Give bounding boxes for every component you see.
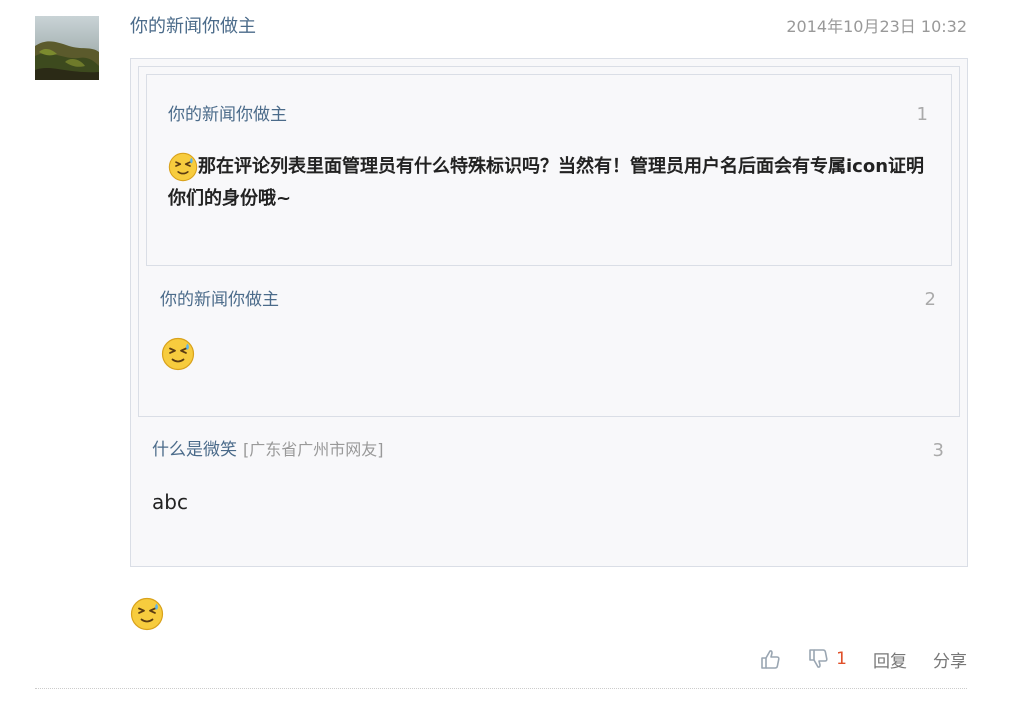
quote-3-username[interactable]: 什么是微笑 xyxy=(152,440,237,460)
quote-2-floor-number: 2 xyxy=(924,289,936,310)
quote-3-floor-number: 3 xyxy=(932,440,944,461)
quote-3-user[interactable]: 什么是微笑 [广东省广州市网友] xyxy=(152,438,384,462)
quote-1-username[interactable]: 你的新闻你做主 xyxy=(168,103,287,127)
grin-sweat-emoji-icon xyxy=(168,152,198,182)
comment-actions: 1 回复 分享 xyxy=(760,645,967,673)
quote-3-text: abc xyxy=(152,490,188,514)
quote-1-text-content: 那在评论列表里面管理员有什么特殊标识吗？当然有！管理员用户名后面会有专属icon… xyxy=(168,156,925,209)
reply-button[interactable]: 回复 xyxy=(873,647,907,672)
avatar[interactable] xyxy=(35,16,99,80)
share-button[interactable]: 分享 xyxy=(933,647,967,672)
divider xyxy=(35,688,967,689)
quote-1-text: 那在评论列表里面管理员有什么特殊标识吗？当然有！管理员用户名后面会有专属icon… xyxy=(168,151,938,215)
like-button[interactable] xyxy=(760,648,782,670)
quote-3-location: [广东省广州市网友] xyxy=(243,440,384,459)
comment-timestamp: 2014年10月23日 10:32 xyxy=(786,17,967,36)
quote-2-username[interactable]: 你的新闻你做主 xyxy=(160,288,279,312)
thumbs-down-icon xyxy=(809,649,828,668)
comment-username[interactable]: 你的新闻你做主 xyxy=(130,14,256,40)
grin-sweat-emoji-icon xyxy=(130,597,164,631)
grin-sweat-emoji-icon xyxy=(161,337,195,371)
thumbs-up-icon xyxy=(761,650,780,669)
quote-1-floor-number: 1 xyxy=(916,104,928,125)
dislike-button[interactable]: 1 xyxy=(808,648,847,670)
quote-floor-1: 你的新闻你做主 1 那在评论列表里面管理员有什么特殊标识吗？当然有！管理员用户名… xyxy=(146,74,952,266)
dislike-count: 1 xyxy=(836,649,847,669)
